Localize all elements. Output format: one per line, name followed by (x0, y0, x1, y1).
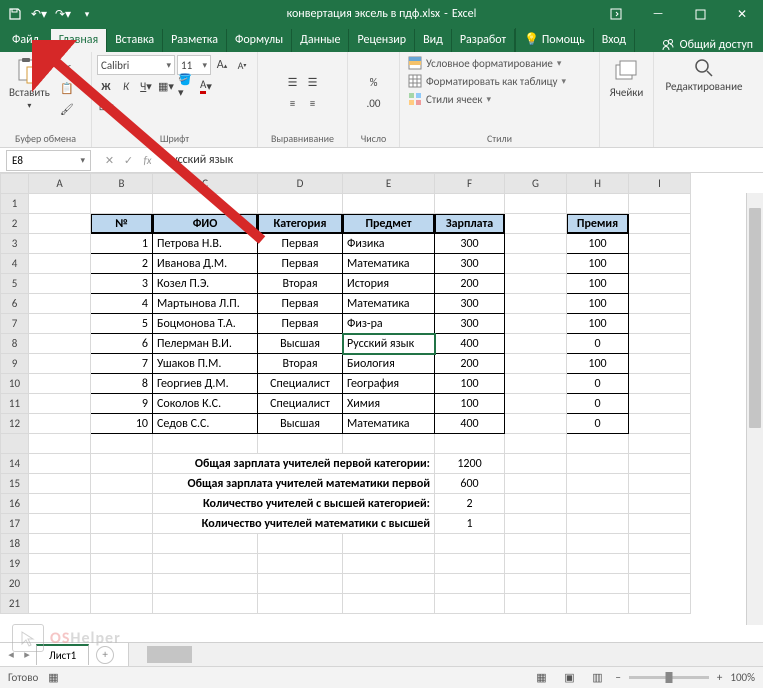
row-header[interactable]: 2 (1, 214, 29, 234)
ribbon-tabs: Файл Главная Вставка Разметка Формулы Да… (0, 28, 763, 52)
cells-button[interactable]: Ячейки (606, 55, 648, 101)
font-size-combo[interactable]: 11▾ (177, 55, 211, 75)
normal-view-icon[interactable]: ▦ (531, 670, 551, 686)
ribbon-display-options-icon[interactable] (595, 0, 637, 28)
sheet-tab[interactable]: Лист1 (36, 644, 89, 665)
titlebar: ↶▾ ↷▾ ▾ конвертация эксель в пдф.xlsx - … (0, 0, 763, 28)
grow-font-icon[interactable]: A▴ (213, 56, 231, 74)
status-ready: Готово (8, 671, 38, 684)
zoom-level[interactable]: 100% (730, 671, 755, 684)
col-header[interactable]: D (258, 174, 343, 194)
cell-styles-button[interactable]: Стили ячеек▾ (405, 91, 594, 107)
window-title-filename: конвертация эксель в пдф.xlsx (287, 7, 441, 21)
help-icon: 💡 (524, 33, 539, 47)
save-icon[interactable] (6, 5, 24, 23)
cell-styles-icon (408, 92, 422, 106)
conditional-formatting-icon (408, 56, 422, 70)
italic-button[interactable]: К (117, 77, 135, 95)
fill-color-icon[interactable]: 🪣▾ (177, 77, 195, 95)
maximize-button[interactable] (679, 0, 721, 28)
tab-file[interactable]: Файл (0, 29, 51, 52)
status-bar: Готово ▦ ▦ ▣ ▥ − + 100% (0, 666, 763, 688)
find-icon (693, 57, 715, 79)
col-header[interactable]: H (567, 174, 629, 194)
add-sheet-button[interactable]: + (96, 646, 114, 664)
col-header[interactable]: B (91, 174, 153, 194)
minimize-button[interactable]: — (637, 0, 679, 28)
font-color-icon[interactable]: A▾ (197, 77, 215, 95)
share-button[interactable]: Общий доступ (651, 38, 763, 52)
border-bottom-icon[interactable]: ⊞▾ (97, 97, 115, 115)
bold-button[interactable]: Ж (97, 77, 115, 95)
col-header[interactable]: C (153, 174, 258, 194)
horizontal-scrollbar[interactable] (128, 643, 763, 666)
share-icon (661, 38, 675, 52)
col-header[interactable]: I (629, 174, 691, 194)
align-middle-icon[interactable]: ☰ (304, 74, 322, 92)
worksheet-grid: A B C D E F G H I 1 2 № ФИО Категория Пр… (0, 173, 763, 666)
align-center-icon[interactable]: ≡ (304, 95, 322, 113)
zoom-out-button[interactable]: − (615, 671, 620, 684)
number-format-icon[interactable]: % (357, 74, 391, 92)
borders-icon[interactable]: ▦▾ (157, 77, 175, 95)
zoom-slider[interactable] (629, 676, 709, 679)
align-left-icon[interactable]: ≡ (284, 95, 302, 113)
formula-bar: E8▾ ✕ ✓ fx Русский язык (0, 148, 763, 173)
shrink-font-icon[interactable]: A▾ (233, 56, 251, 74)
undo-icon[interactable]: ↶▾ (30, 5, 48, 23)
cells-table[interactable]: A B C D E F G H I 1 2 № ФИО Категория Пр… (0, 173, 691, 614)
cancel-formula-icon[interactable]: ✕ (102, 154, 117, 167)
active-cell: Русский язык (343, 334, 435, 354)
accept-formula-icon[interactable]: ✓ (121, 154, 136, 167)
sheet-tabs: ◂ ▸ Лист1 + (0, 643, 118, 666)
window-title-app: Excel (452, 7, 477, 21)
qat-more-icon[interactable]: ▾ (78, 5, 96, 23)
cut-icon[interactable]: ✂ (58, 58, 76, 76)
redo-icon[interactable]: ↷▾ (54, 5, 72, 23)
conditional-formatting-button[interactable]: Условное форматирование▾ (405, 55, 594, 71)
select-all-corner[interactable] (1, 174, 29, 194)
paste-button[interactable]: Вставить▾ (5, 55, 54, 113)
page-break-view-icon[interactable]: ▥ (587, 670, 607, 686)
tab-home[interactable]: Главная (51, 29, 107, 52)
decrease-decimal-icon[interactable]: .00 (357, 95, 391, 113)
sheet-nav-prev-icon[interactable]: ◂ (4, 648, 18, 661)
page-layout-view-icon[interactable]: ▣ (559, 670, 579, 686)
name-box[interactable]: E8▾ (6, 150, 91, 171)
quick-access-toolbar: ↶▾ ↷▾ ▾ (0, 5, 102, 23)
vertical-scrollbar[interactable] (746, 193, 763, 625)
row-header[interactable]: 1 (1, 194, 29, 214)
table-icon (408, 74, 422, 88)
tab-developer[interactable]: Разработ (452, 29, 515, 52)
font-name-combo[interactable]: Calibri▾ (97, 55, 175, 75)
format-painter-icon[interactable]: 🖌 (58, 100, 76, 118)
editing-button[interactable]: Редактирование (662, 55, 747, 95)
tab-layout[interactable]: Разметка (163, 29, 227, 52)
cells-icon (612, 57, 640, 85)
col-header[interactable]: A (29, 174, 91, 194)
tab-insert[interactable]: Вставка (107, 29, 163, 52)
tab-login[interactable]: Вход (594, 29, 635, 52)
sheet-nav-next-icon[interactable]: ▸ (20, 648, 34, 661)
col-header[interactable]: E (343, 174, 435, 194)
col-header[interactable]: F (435, 174, 505, 194)
copy-icon[interactable]: 📋 (58, 79, 76, 97)
close-button[interactable]: ✕ (721, 0, 763, 28)
ribbon: Вставить▾ ✂ 📋 🖌 Буфер обмена Calibri▾ 11… (0, 52, 763, 148)
paste-icon (15, 57, 43, 85)
tab-help: 💡 Помощь (515, 28, 594, 52)
format-as-table-button[interactable]: Форматировать как таблицу▾ (405, 73, 594, 89)
tab-formulas[interactable]: Формулы (227, 29, 292, 52)
tab-view[interactable]: Вид (415, 29, 452, 52)
tab-review[interactable]: Рецензир (349, 29, 415, 52)
col-header[interactable]: G (505, 174, 567, 194)
zoom-in-button[interactable]: + (717, 671, 722, 684)
underline-button[interactable]: Ч▾ (137, 77, 155, 95)
macro-record-icon[interactable]: ▦ (48, 671, 58, 684)
align-top-icon[interactable]: ☰ (284, 74, 302, 92)
tab-data[interactable]: Данные (292, 29, 349, 52)
fx-icon[interactable]: fx (140, 154, 155, 167)
formula-value[interactable]: Русский язык (160, 153, 239, 167)
